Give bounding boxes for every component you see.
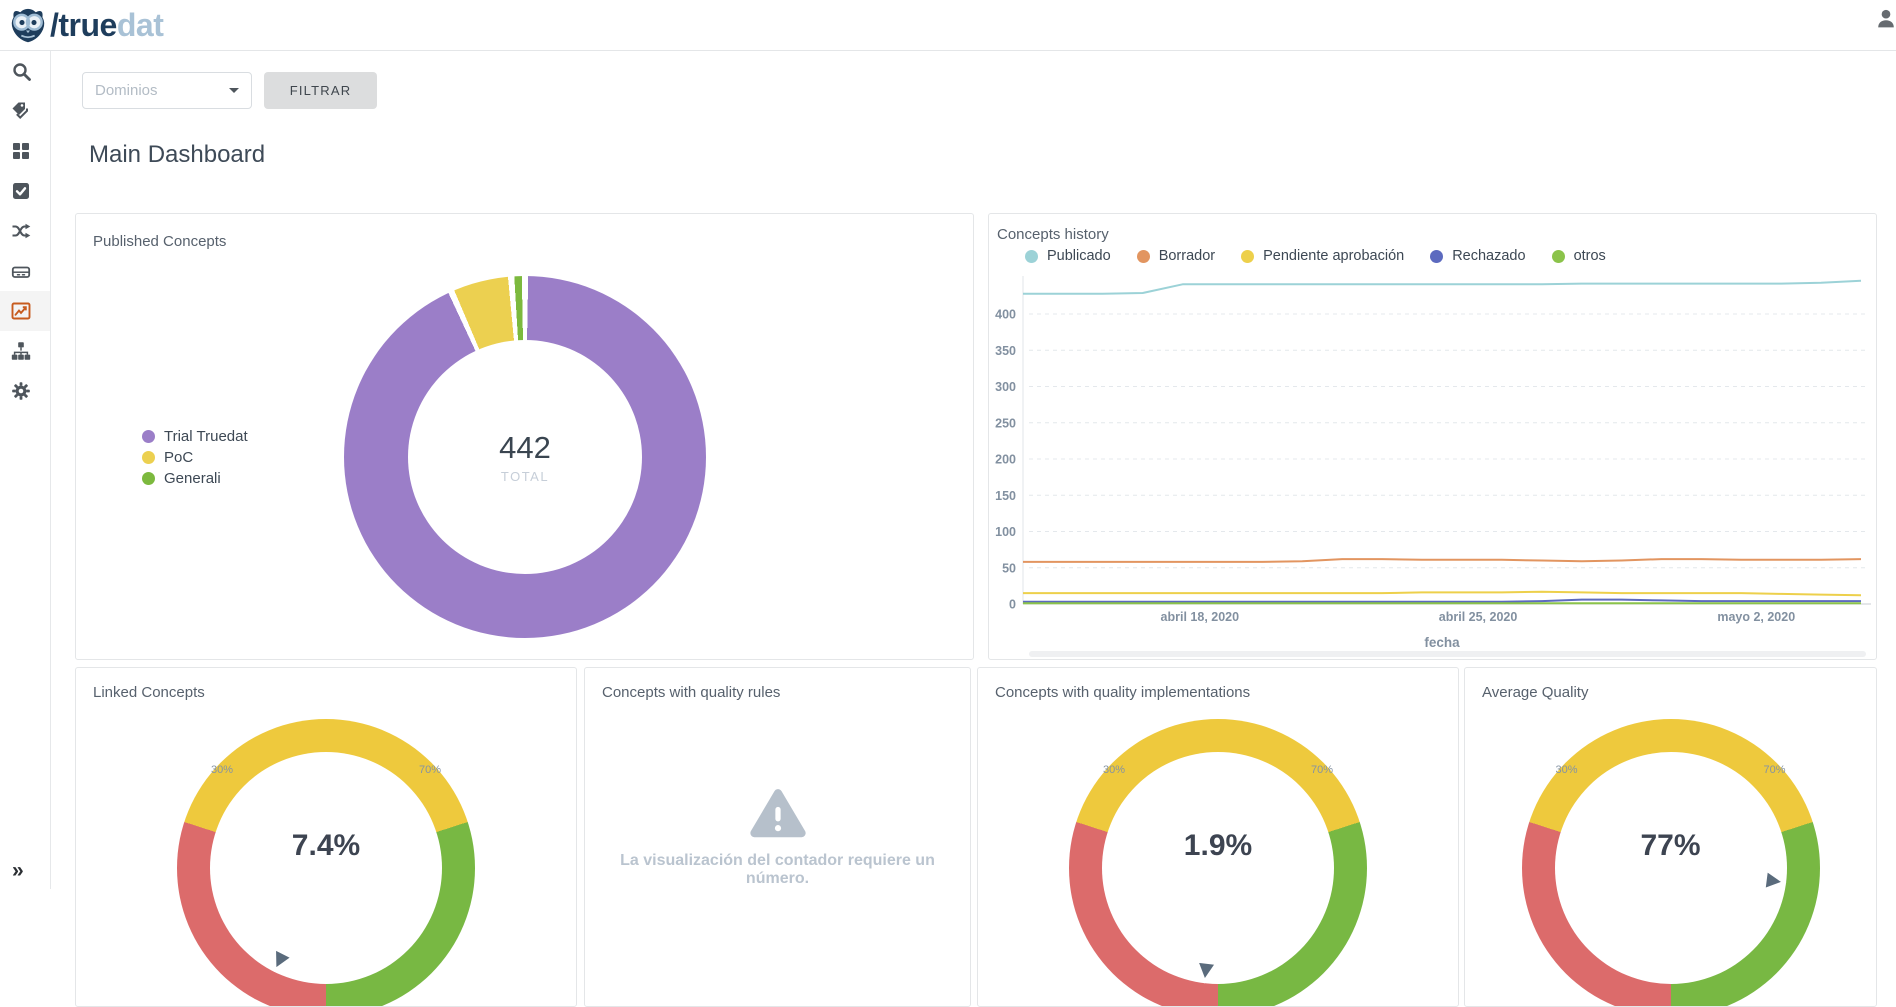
svg-text:abril 18, 2020: abril 18, 2020: [1161, 610, 1240, 624]
sidebar-item-lineage[interactable]: [0, 331, 50, 371]
app-header: /truedat: [0, 0, 1896, 51]
legend-dot: [142, 472, 155, 485]
shuffle-icon: [11, 221, 31, 241]
svg-text:400: 400: [995, 308, 1016, 322]
svg-text:350: 350: [995, 344, 1016, 358]
filter-button[interactable]: FILTRAR: [264, 72, 377, 109]
card-concepts-quality-implementations: Concepts with quality implementations 30…: [977, 667, 1459, 1007]
sidebar-expand-button[interactable]: »: [12, 859, 24, 883]
svg-text:250: 250: [995, 416, 1016, 430]
svg-text:100: 100: [995, 525, 1016, 539]
gauge-chart-quality-implementations[interactable]: 30% 70% 1.9%: [978, 668, 1458, 1006]
gauge-band-label-70: 70%: [1764, 764, 1786, 776]
card-concepts-quality-rules: Concepts with quality rules La visualiza…: [584, 667, 971, 1007]
gauge-band-label-70: 70%: [419, 764, 441, 776]
tags-icon: [11, 101, 31, 121]
svg-text:abril 25, 2020: abril 25, 2020: [1439, 610, 1518, 624]
warning-icon: [749, 786, 807, 844]
gauge-band-label-30: 30%: [211, 764, 233, 776]
legend-dot: [142, 451, 155, 464]
legend-item-trial-truedat[interactable]: Trial Truedat: [142, 426, 248, 447]
gauge-hole: [1555, 752, 1787, 984]
line-chart[interactable]: 0 50 100 150 200 250 300 350 400 abril 18, 2020 ab…: [989, 214, 1876, 659]
card-title: Concepts with quality rules: [602, 684, 780, 701]
svg-text:mayo 2, 2020: mayo 2, 2020: [1717, 610, 1795, 624]
legend-label: Generali: [164, 470, 221, 487]
sitemap-icon: [11, 341, 31, 361]
chart-line-icon: [11, 301, 31, 321]
card-average-quality: Average Quality 30%70%77%: [1464, 667, 1877, 1007]
counter-warning-message: La visualización del contador requiere u…: [600, 852, 954, 888]
donut-chart[interactable]: 442 TOTAL: [344, 276, 706, 638]
gauge-value: 77%: [1465, 829, 1876, 863]
svg-text:fecha: fecha: [1424, 635, 1460, 650]
domain-select-placeholder: Dominios: [95, 82, 229, 99]
sidebar: »: [0, 51, 51, 889]
svg-text:200: 200: [995, 453, 1016, 467]
logo-word-true: true: [58, 7, 116, 43]
sidebar-item-processes[interactable]: [0, 211, 50, 251]
svg-text:50: 50: [1002, 561, 1016, 575]
gauge-band-label-70: 70%: [1311, 764, 1333, 776]
svg-text:150: 150: [995, 489, 1016, 503]
check-square-icon: [11, 181, 31, 201]
gauge-chart-linked-concepts[interactable]: 30% 70% 7.4%: [76, 668, 576, 1006]
pie-legend: Trial Truedat PoC Generali: [142, 426, 248, 489]
truedat-logo[interactable]: /truedat: [8, 5, 163, 45]
main-content: Dominios FILTRAR Main Dashboard Publishe…: [51, 51, 1896, 889]
chevron-down-icon: [229, 88, 239, 93]
logo-word-dat: dat: [117, 7, 164, 43]
gauge-band-label-30: 30%: [1103, 764, 1125, 776]
gauge-hole: [1102, 752, 1334, 984]
sidebar-item-systems[interactable]: [0, 251, 50, 291]
donut-center: 442 TOTAL: [408, 340, 642, 574]
domain-select[interactable]: Dominios: [82, 72, 252, 109]
search-icon: [11, 61, 31, 81]
page-title: Main Dashboard: [89, 141, 265, 169]
gauge-hole: [210, 752, 442, 984]
donut-total-label: TOTAL: [501, 469, 549, 484]
card-linked-concepts: Linked Concepts 30%70%7.4%: [75, 667, 577, 1007]
drawer-icon: [11, 261, 31, 281]
legend-item-generali[interactable]: Generali: [142, 468, 248, 489]
card-published-concepts: Published Concepts Trial Truedat PoC Gener…: [75, 213, 974, 660]
sidebar-item-dashboards[interactable]: [0, 291, 50, 331]
legend-label: Trial Truedat: [164, 428, 248, 445]
card-title: Published Concepts: [93, 233, 226, 250]
legend-item-poc[interactable]: PoC: [142, 447, 248, 468]
gauge-value: 1.9%: [978, 829, 1458, 863]
sidebar-item-quality[interactable]: [0, 171, 50, 211]
owl-logo-icon: [8, 5, 48, 45]
donut-total-value: 442: [499, 430, 551, 466]
svg-text:300: 300: [995, 380, 1016, 394]
user-icon[interactable]: [1874, 7, 1896, 31]
gauge-value: 7.4%: [76, 829, 576, 863]
sidebar-item-catalog[interactable]: [0, 131, 50, 171]
grid-icon: [11, 141, 31, 161]
sidebar-item-search[interactable]: [0, 51, 50, 91]
sidebar-item-glossary[interactable]: [0, 91, 50, 131]
chart-zoom-slider[interactable]: [1029, 651, 1866, 657]
legend-label: PoC: [164, 449, 193, 466]
svg-text:0: 0: [1009, 598, 1016, 612]
legend-dot: [142, 430, 155, 443]
sidebar-item-settings[interactable]: [0, 371, 50, 411]
card-concepts-history: Concepts history PublicadoBorradorPendie…: [988, 213, 1877, 660]
gear-icon: [11, 381, 31, 401]
gauge-chart-average-quality[interactable]: 30% 70% 77%: [1465, 668, 1876, 1006]
gauge-band-label-30: 30%: [1555, 764, 1577, 776]
